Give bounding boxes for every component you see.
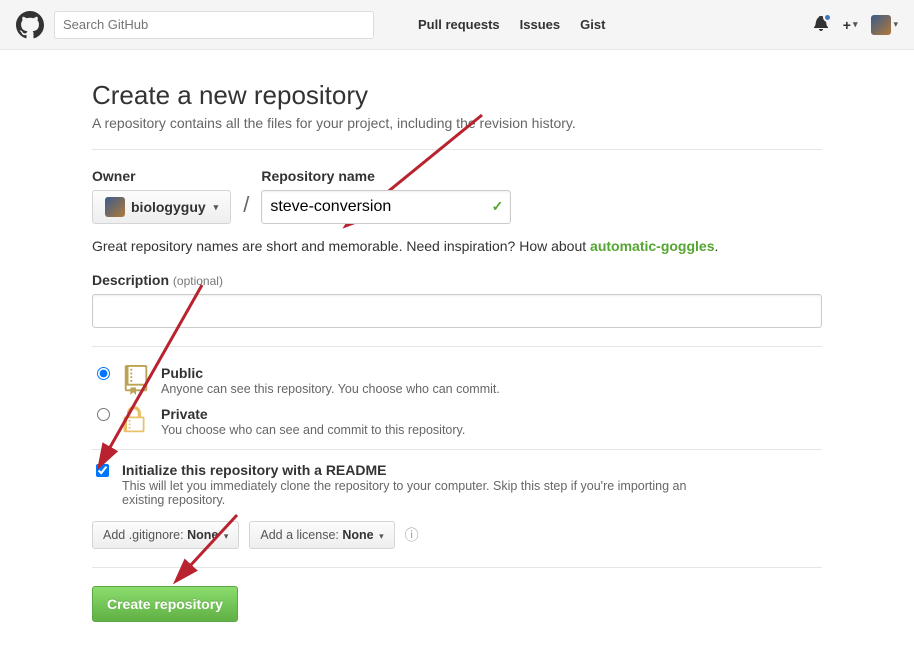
- notifications-button[interactable]: [813, 15, 829, 34]
- create-repository-button[interactable]: Create repository: [92, 586, 238, 622]
- nav-gist[interactable]: Gist: [572, 17, 613, 32]
- initialize-readme-option[interactable]: Initialize this repository with a README…: [92, 462, 822, 507]
- divider: [92, 449, 822, 450]
- nav-pull-requests[interactable]: Pull requests: [410, 17, 508, 32]
- initialize-subtitle: This will let you immediately clone the …: [122, 479, 722, 507]
- gitignore-value: None: [187, 528, 218, 542]
- license-select[interactable]: Add a license: None ▾: [249, 521, 394, 549]
- gitignore-label: Add .gitignore:: [103, 528, 187, 542]
- nav-issues[interactable]: Issues: [512, 17, 568, 32]
- optional-hint: (optional): [173, 274, 223, 288]
- divider: [92, 149, 822, 150]
- plus-icon: +: [843, 17, 851, 33]
- license-label: Add a license:: [260, 528, 342, 542]
- chevron-down-icon: ▾: [224, 531, 229, 541]
- header-right: +▾ ▾: [813, 15, 898, 35]
- private-title: Private: [161, 406, 465, 422]
- private-radio[interactable]: [97, 408, 110, 421]
- primary-nav: Pull requests Issues Gist: [410, 17, 613, 32]
- owner-name: biologyguy: [131, 199, 206, 215]
- check-icon: ✓: [492, 198, 504, 215]
- public-subtitle: Anyone can see this repository. You choo…: [161, 382, 500, 396]
- public-radio[interactable]: [97, 367, 110, 380]
- avatar: [105, 197, 125, 217]
- initialize-readme-checkbox[interactable]: [96, 464, 109, 477]
- lock-icon: [123, 406, 151, 437]
- path-separator: /: [243, 192, 249, 224]
- github-logo-icon[interactable]: [16, 11, 44, 39]
- initialize-title: Initialize this repository with a README: [122, 462, 722, 478]
- owner-label: Owner: [92, 168, 231, 184]
- chevron-down-icon: ▾: [853, 19, 858, 30]
- description-input[interactable]: [92, 294, 822, 328]
- chevron-down-icon: ▾: [214, 202, 219, 213]
- name-tip: Great repository names are short and mem…: [92, 238, 822, 254]
- owner-select[interactable]: biologyguy ▾: [92, 190, 231, 224]
- user-menu[interactable]: ▾: [871, 15, 898, 35]
- page-title: Create a new repository: [92, 80, 822, 111]
- tip-text: Great repository names are short and mem…: [92, 238, 590, 254]
- divider: [92, 567, 822, 568]
- visibility-private-option[interactable]: Private You choose who can see and commi…: [92, 406, 822, 437]
- create-menu[interactable]: +▾: [843, 17, 858, 33]
- repo-icon: [123, 365, 151, 398]
- divider: [92, 346, 822, 347]
- page-subtitle: A repository contains all the files for …: [92, 115, 822, 131]
- main-content: Create a new repository A repository con…: [92, 80, 822, 662]
- chevron-down-icon: ▾: [379, 531, 384, 541]
- visibility-public-option[interactable]: Public Anyone can see this repository. Y…: [92, 365, 822, 398]
- description-label: Description (optional): [92, 272, 822, 288]
- description-label-text: Description: [92, 272, 169, 288]
- tip-suffix: .: [715, 238, 719, 254]
- avatar: [871, 15, 891, 35]
- chevron-down-icon: ▾: [893, 19, 898, 30]
- private-subtitle: You choose who can see and commit to thi…: [161, 423, 465, 437]
- repo-name-input[interactable]: [261, 190, 511, 224]
- gitignore-select[interactable]: Add .gitignore: None ▾: [92, 521, 239, 549]
- global-header: Pull requests Issues Gist +▾ ▾: [0, 0, 914, 50]
- info-icon[interactable]: ⓘ: [405, 525, 419, 545]
- license-value: None: [342, 528, 373, 542]
- public-title: Public: [161, 365, 500, 381]
- notification-indicator-icon: [823, 13, 832, 22]
- suggestion-link[interactable]: automatic-goggles: [590, 238, 714, 254]
- search-input[interactable]: [54, 11, 374, 39]
- repo-name-label: Repository name: [261, 168, 511, 184]
